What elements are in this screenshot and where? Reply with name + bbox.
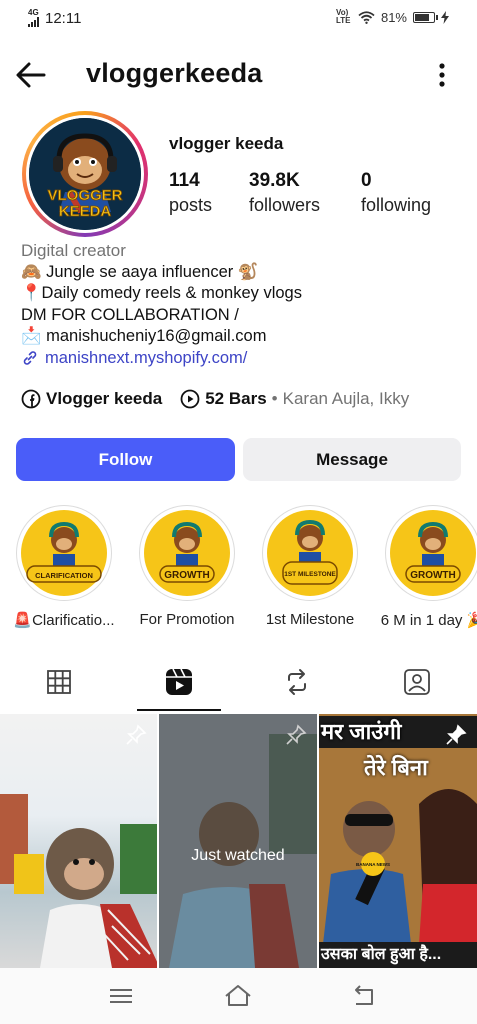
highlight-cover: GROWTH xyxy=(390,510,476,596)
avatar-text-line1: VLOGGER xyxy=(47,187,122,204)
followers-stat[interactable]: 39.8K followers xyxy=(249,170,320,216)
reels-grid: Just watched BANANA NEWS मर जाउंगी तेरे … xyxy=(0,714,477,968)
link-icon xyxy=(23,351,37,366)
reel-3-title-mid: तेरे बिना xyxy=(364,755,428,780)
highlight-4-caption: 6 M in 1 day 🎉 xyxy=(380,612,477,629)
menu-icon[interactable] xyxy=(106,982,136,1010)
highlight-2[interactable]: GROWTH For Promotion xyxy=(127,505,247,628)
mic-label: BANANA NEWS xyxy=(356,862,390,867)
back-arrow-icon[interactable] xyxy=(14,58,48,92)
volte-icon: Vo) LTE xyxy=(335,8,351,25)
home-icon[interactable] xyxy=(223,982,253,1010)
highlight-4-badge: GROWTH xyxy=(410,570,456,581)
bio-line-3: DM FOR COLLABORATION / xyxy=(21,305,239,324)
reel-thumbnail-1[interactable] xyxy=(0,714,157,968)
highlight-3-badge: 1ST MILESTONE xyxy=(284,571,336,578)
posts-count: 114 xyxy=(169,170,200,191)
avatar-text-line2: KEEDA xyxy=(59,203,112,220)
tagged-icon xyxy=(404,669,430,695)
posts-label: posts xyxy=(169,195,213,215)
avatar-story-ring[interactable]: VLOGGER KEEDA xyxy=(22,111,148,237)
reel-3-caption-bottom: उसका बोल हुआ है... xyxy=(319,942,477,968)
monkey-logo-image: VLOGGER KEEDA xyxy=(29,118,141,230)
content-tabs xyxy=(0,652,477,712)
tab-tagged[interactable] xyxy=(387,662,447,702)
meta-separator: • xyxy=(271,389,278,408)
website-link-text: manishnext.myshopify.com/ xyxy=(45,348,248,367)
reposts-icon xyxy=(288,669,306,695)
battery-icon xyxy=(413,11,438,23)
battery-percent: 81% xyxy=(380,9,407,25)
status-right: Vo) LTE 81% xyxy=(336,9,449,25)
just-watched-label: Just watched xyxy=(191,847,285,864)
highlight-cover: GROWTH xyxy=(144,510,230,596)
network-type: 4G xyxy=(28,8,39,17)
highlight-3-caption: 1st Milestone xyxy=(265,611,355,628)
reels-icon xyxy=(166,668,192,695)
facebook-icon xyxy=(21,389,41,409)
profile-header: vloggerkeeda xyxy=(0,50,477,100)
following-stat[interactable]: 0 following xyxy=(361,170,431,216)
header-username: vloggerkeeda xyxy=(86,58,263,88)
tab-reels[interactable] xyxy=(149,662,209,702)
status-left: 4G 12:11 xyxy=(28,9,81,27)
music-count[interactable]: 52 Bars xyxy=(205,389,266,409)
bio-line-1: 🙈 Jungle se aaya influencer 🐒 xyxy=(21,262,259,281)
charging-icon xyxy=(441,10,449,24)
pin-icon xyxy=(446,724,467,745)
highlight-1-caption: 🚨Clarificatio... xyxy=(13,612,115,629)
back-nav-icon[interactable] xyxy=(348,982,378,1010)
bio-line-4: 📩 manishucheniy16@gmail.com xyxy=(21,327,267,345)
grid-icon xyxy=(47,670,71,694)
bio: Digital creator 🙈 Jungle se aaya influen… xyxy=(21,240,461,369)
followers-label: followers xyxy=(249,195,321,215)
website-link[interactable]: manishnext.myshopify.com/ xyxy=(21,348,461,370)
reel-2-image xyxy=(159,714,317,968)
system-nav-bar xyxy=(0,968,477,1024)
bio-line-2: 📍Daily comedy reels & monkey vlogs xyxy=(21,284,302,302)
display-name: vlogger keeda xyxy=(169,134,284,153)
highlight-cover: 1ST MILESTONE xyxy=(267,510,353,596)
highlight-cover: CLARIFICATION xyxy=(21,510,107,596)
status-bar: 4G 12:11 Vo) LTE 81% xyxy=(0,0,477,36)
avatar: VLOGGER KEEDA xyxy=(29,118,141,230)
facebook-link[interactable]: Vlogger keeda xyxy=(46,389,162,409)
reel-1-image xyxy=(0,794,157,968)
tab-reposts[interactable] xyxy=(267,662,327,702)
play-circle-icon xyxy=(180,389,200,409)
following-label: following xyxy=(361,195,432,215)
follow-button[interactable]: Follow xyxy=(16,438,235,481)
highlight-1[interactable]: CLARIFICATION 🚨Clarificatio... xyxy=(4,505,124,629)
reel-thumbnail-2[interactable]: Just watched xyxy=(159,714,317,968)
posts-stat[interactable]: 114 posts xyxy=(169,170,212,216)
profile-meta-row: Vlogger keeda 52 Bars • Karan Aujla, Ikk… xyxy=(21,389,409,409)
following-count: 0 xyxy=(361,170,372,191)
reel-thumbnail-3[interactable]: BANANA NEWS मर जाउंगी तेरे बिना उसका बोल… xyxy=(319,714,477,968)
more-options-icon[interactable] xyxy=(437,62,447,88)
highlight-2-caption: For Promotion xyxy=(139,611,235,628)
highlight-1-badge: CLARIFICATION xyxy=(35,571,93,580)
tab-posts-grid[interactable] xyxy=(29,662,89,702)
pin-icon xyxy=(126,724,147,745)
wifi-icon xyxy=(358,10,375,24)
music-artist[interactable]: Karan Aujla, Ikky xyxy=(283,389,410,409)
highlight-4[interactable]: GROWTH 6 M in 1 day 🎉 xyxy=(373,505,477,629)
highlight-2-badge: GROWTH xyxy=(164,570,210,581)
highlight-3[interactable]: 1ST MILESTONE 1st Milestone xyxy=(250,505,370,628)
followers-count: 39.8K xyxy=(249,170,300,191)
message-button[interactable]: Message xyxy=(243,438,461,481)
signal-icon: 4G xyxy=(28,9,39,27)
active-tab-indicator xyxy=(137,709,221,711)
pin-icon xyxy=(286,724,307,745)
category-label: Digital creator xyxy=(21,241,126,260)
clock: 12:11 xyxy=(45,9,82,27)
